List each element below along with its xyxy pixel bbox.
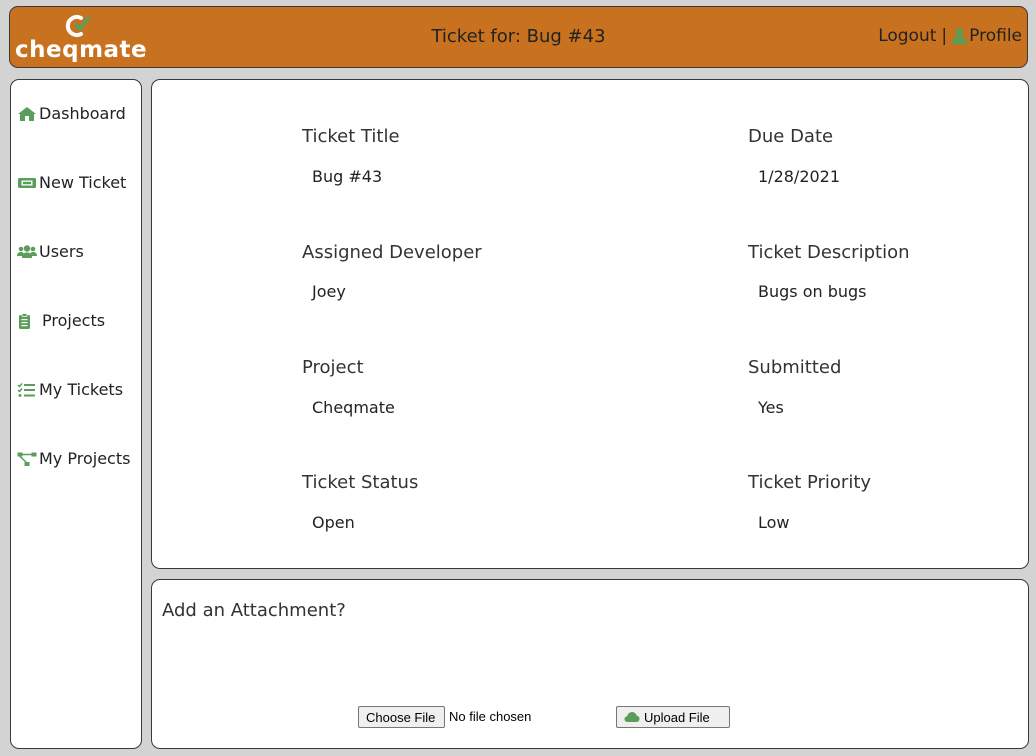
submitted-value: Yes bbox=[758, 398, 784, 417]
profile-link[interactable]: Profile bbox=[952, 26, 1022, 46]
header-actions: Logout | Profile bbox=[878, 26, 1022, 46]
upload-file-label: Upload File bbox=[644, 709, 710, 725]
sidebar-item-my-projects[interactable]: My Projects bbox=[17, 449, 130, 468]
sidebar-item-projects[interactable]: Projects bbox=[17, 311, 105, 330]
clipboard-icon bbox=[19, 312, 30, 329]
user-icon bbox=[952, 28, 968, 44]
sidebar-item-label: Projects bbox=[42, 311, 106, 330]
ticket-title-label: Ticket Title bbox=[302, 126, 400, 147]
submitted-label: Submitted bbox=[748, 357, 842, 378]
sidebar-item-label: Dashboard bbox=[39, 104, 126, 123]
assigned-developer-label: Assigned Developer bbox=[302, 242, 482, 263]
assigned-developer-value: Joey bbox=[312, 282, 346, 301]
file-status-text: No file chosen bbox=[449, 709, 532, 724]
attachment-title: Add an Attachment? bbox=[162, 600, 346, 621]
header-separator: | bbox=[941, 26, 948, 46]
project-value: Cheqmate bbox=[312, 398, 395, 417]
project-label: Project bbox=[302, 357, 364, 378]
ticket-status-value: Open bbox=[312, 513, 355, 532]
project-diagram-icon bbox=[17, 452, 37, 466]
ticket-icon bbox=[18, 177, 36, 188]
ticket-description-label: Ticket Description bbox=[748, 242, 910, 263]
tasks-icon bbox=[17, 382, 35, 397]
top-header: cheqmate Ticket for: Bug #43 Logout | Pr… bbox=[9, 6, 1028, 68]
home-icon bbox=[18, 106, 36, 121]
sidebar-item-my-tickets[interactable]: My Tickets bbox=[17, 380, 123, 399]
ticket-priority-label: Ticket Priority bbox=[748, 472, 872, 493]
sidebar-item-label: My Projects bbox=[39, 449, 131, 468]
due-date-label: Due Date bbox=[748, 126, 834, 147]
ticket-details-panel: Ticket Title Bug #43 Due Date 1/28/2021 … bbox=[151, 79, 1029, 569]
sidebar-item-label: My Tickets bbox=[39, 380, 124, 399]
upload-file-button[interactable]: Upload File bbox=[616, 706, 730, 728]
logout-link[interactable]: Logout bbox=[878, 26, 936, 46]
attachment-panel: Add an Attachment? Choose File No file c… bbox=[151, 579, 1029, 749]
due-date-value: 1/28/2021 bbox=[758, 167, 841, 186]
sidebar-item-dashboard[interactable]: Dashboard bbox=[17, 104, 126, 123]
sidebar-item-new-ticket[interactable]: New Ticket bbox=[17, 173, 126, 192]
cloud-icon bbox=[624, 712, 640, 722]
ticket-priority-value: Low bbox=[758, 513, 790, 532]
ticket-title-value: Bug #43 bbox=[312, 167, 383, 186]
profile-label: Profile bbox=[969, 26, 1022, 46]
ticket-description-value: Bugs on bugs bbox=[758, 282, 867, 301]
ticket-status-label: Ticket Status bbox=[302, 472, 419, 493]
users-icon bbox=[17, 244, 37, 258]
page-title: Ticket for: Bug #43 bbox=[431, 26, 606, 47]
sidebar-item-label: New Ticket bbox=[39, 173, 127, 192]
choose-file-button[interactable]: Choose File bbox=[358, 706, 445, 728]
sidebar-item-label: Users bbox=[39, 242, 84, 261]
sidebar: Dashboard New Ticket Users Projects My T… bbox=[10, 79, 142, 749]
sidebar-item-users[interactable]: Users bbox=[17, 242, 84, 261]
